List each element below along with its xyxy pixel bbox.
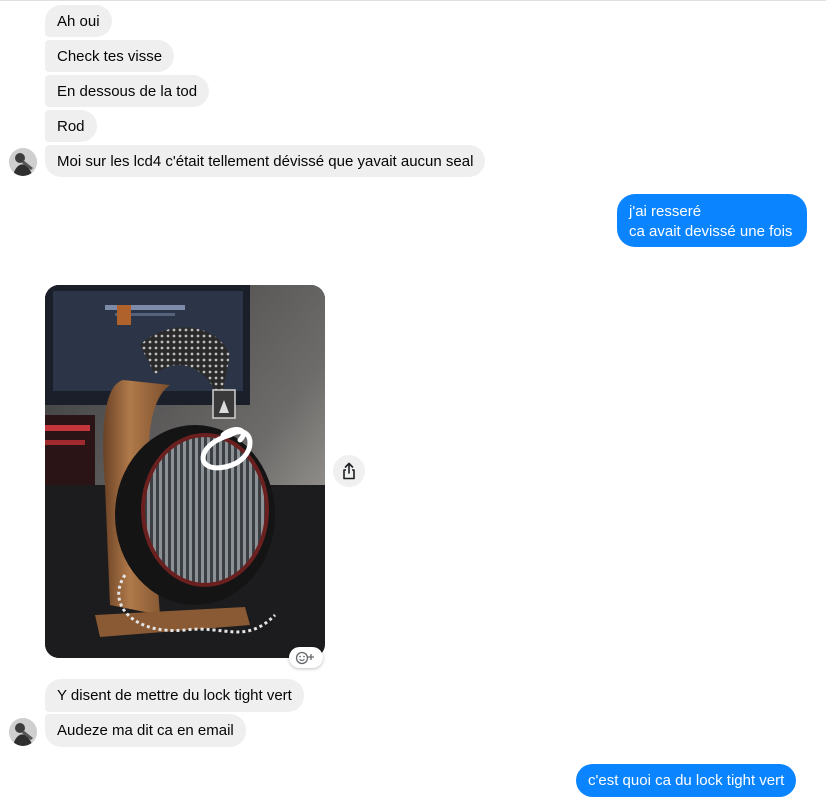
message-line: j'ai resseré xyxy=(629,203,702,220)
message-incoming[interactable]: Audeze ma dit ca en email xyxy=(45,714,246,747)
header-divider xyxy=(0,0,826,1)
message-incoming[interactable]: Y disent de mettre du lock tight vert xyxy=(45,679,304,712)
contact-avatar[interactable] xyxy=(9,148,37,176)
message-incoming[interactable]: Check tes visse xyxy=(45,40,175,72)
emoji-add-icon xyxy=(295,651,314,664)
message-incoming[interactable]: Rod xyxy=(45,110,97,142)
contact-avatar[interactable] xyxy=(9,718,37,746)
headphones-photo xyxy=(45,285,325,658)
message-outgoing[interactable]: c'est quoi ca du lock tight vert xyxy=(576,764,797,797)
avatar-image xyxy=(9,148,37,176)
message-incoming[interactable]: Ah oui xyxy=(45,5,112,37)
message-line: ca avait devissé une fois xyxy=(629,223,793,240)
message-outgoing[interactable]: j'ai resseré ca avait devissé une fois xyxy=(617,194,807,247)
message-incoming[interactable]: Moi sur les lcd4 c'était tellement dévis… xyxy=(45,145,486,177)
avatar-image xyxy=(9,718,37,746)
share-icon xyxy=(343,462,355,480)
share-button[interactable] xyxy=(333,455,365,487)
message-incoming[interactable]: En dessous de la tod xyxy=(45,75,210,107)
photo-attachment[interactable] xyxy=(45,285,325,658)
add-reaction-button[interactable] xyxy=(289,647,323,668)
